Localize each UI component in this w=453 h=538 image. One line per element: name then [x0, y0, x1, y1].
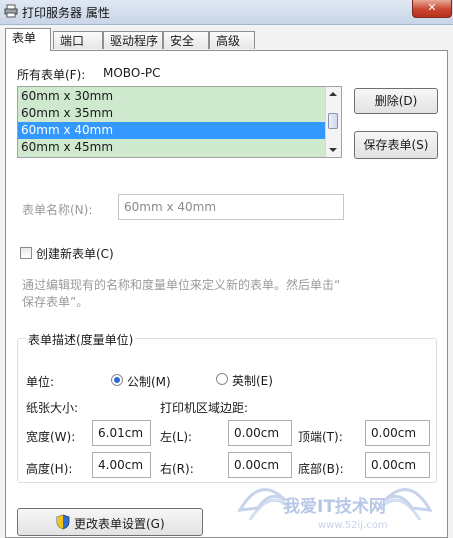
tab-drivers[interactable]: 驱动程序: [103, 31, 163, 49]
create-new-form-checkbox[interactable]: [20, 247, 32, 259]
uac-shield-icon: [56, 514, 70, 530]
width-label: 宽度(W):: [26, 430, 76, 444]
left-margin-label: 左(L):: [160, 430, 193, 444]
description-line2: 保存表单”。: [22, 295, 89, 309]
list-item[interactable]: 60mm x 30mm: [18, 88, 327, 105]
forms-listbox[interactable]: 60mm x 30mm 60mm x 35mm 60mm x 40mm 60mm…: [17, 86, 342, 158]
paper-size-label: 纸张大小:: [26, 401, 79, 415]
all-forms-label: 所有表单(F):: [17, 68, 86, 82]
english-radio[interactable]: [216, 373, 228, 385]
tab-security[interactable]: 安全: [163, 31, 209, 49]
left-margin-field[interactable]: 0.00cm: [228, 420, 292, 446]
height-field[interactable]: 4.00cm: [92, 452, 151, 478]
measurements-group-title: 表单描述(度量单位): [26, 331, 136, 348]
list-scrollbar[interactable]: [325, 87, 341, 157]
unit-label: 单位:: [26, 375, 55, 389]
top-margin-label: 顶端(T):: [298, 430, 343, 444]
top-margin-field[interactable]: 0.00cm: [365, 420, 430, 446]
watermark-url: www.52ij.com: [318, 520, 388, 531]
tab-advanced[interactable]: 高级: [209, 31, 255, 49]
list-item-selected[interactable]: 60mm x 40mm: [18, 122, 327, 139]
tab-ports[interactable]: 端口: [53, 31, 103, 49]
list-item[interactable]: 60mm x 45mm: [18, 139, 327, 156]
change-form-settings-button[interactable]: 更改表单设置(G): [17, 508, 203, 536]
height-label: 高度(H):: [26, 462, 73, 476]
tab-forms[interactable]: 表单: [5, 28, 51, 51]
change-form-settings-label: 更改表单设置(G): [74, 517, 165, 531]
printer-icon: [4, 4, 18, 18]
english-label: 英制(E): [232, 374, 273, 388]
width-field[interactable]: 6.01cm: [92, 420, 151, 446]
description-line1: 通过编辑现有的名称和度量单位来定义新的表单。然后单击“: [22, 278, 341, 292]
close-button[interactable]: ✕: [412, 0, 452, 18]
right-margin-label: 右(R):: [160, 462, 194, 476]
radio-selected-dot: [114, 377, 120, 383]
watermark-text: 我爱IT技术网: [283, 497, 386, 517]
create-new-form-label: 创建新表单(C): [36, 247, 114, 261]
metric-label: 公制(M): [127, 375, 171, 389]
delete-button[interactable]: 删除(D): [354, 88, 438, 114]
scroll-up-icon[interactable]: [329, 92, 337, 96]
server-name: MOBO-PC: [103, 66, 161, 80]
title-bar: 打印服务器 属性 ✕: [0, 0, 453, 25]
window-title: 打印服务器 属性: [22, 6, 110, 20]
scroll-thumb[interactable]: [328, 113, 338, 129]
print-area-label: 打印机区域边距:: [160, 401, 249, 415]
save-form-button[interactable]: 保存表单(S): [354, 131, 438, 159]
list-item[interactable]: 60mm x 35mm: [18, 105, 327, 122]
form-name-field[interactable]: 60mm x 40mm: [118, 194, 344, 220]
metric-radio[interactable]: [111, 374, 123, 386]
form-name-label: 表单名称(N):: [22, 203, 93, 217]
scroll-down-icon[interactable]: [329, 148, 337, 152]
